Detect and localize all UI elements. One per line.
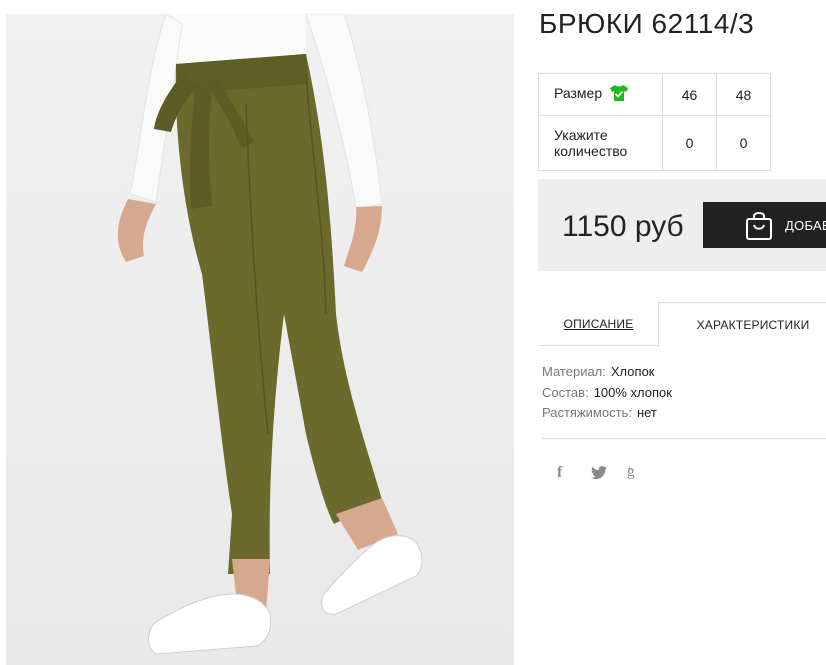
product-tabs: ОПИСАНИЕ ХАРАКТЕРИСТИКИ [538, 302, 826, 346]
product-photo-illustration [117, 14, 423, 655]
spec-key: Состав: [542, 384, 589, 400]
spec-value: 100% хлопок [593, 384, 672, 400]
spec-value: нет [636, 405, 657, 420]
product-photo[interactable] [6, 14, 514, 665]
size-option-46[interactable]: 46 [662, 73, 717, 116]
twitter-icon[interactable] [591, 466, 607, 484]
spec-row: Материал: Хлопок [542, 364, 672, 385]
size-label-cell: Размер [538, 73, 663, 116]
google-plus-icon[interactable]: g + [627, 464, 635, 483]
size-option-48[interactable]: 48 [716, 73, 771, 116]
spec-key: Растяжимость: [542, 405, 632, 420]
quantity-row: Укажите количество 0 0 [538, 115, 771, 171]
add-to-cart-button[interactable]: ДОБАВ [703, 202, 826, 248]
spec-row: Состав: 100% хлопок [542, 385, 672, 406]
google-plus-letter: g [627, 464, 635, 480]
spec-key: Материал: [542, 364, 606, 379]
shopping-bag-icon [745, 210, 773, 245]
facebook-icon[interactable]: f [557, 464, 562, 482]
price: 1150 руб [562, 210, 684, 243]
tab-characteristics[interactable]: ХАРАКТЕРИСТИКИ [658, 302, 826, 346]
quantity-input-46[interactable]: 0 [662, 115, 717, 171]
product-title: БРЮКИ 62114/3 [539, 8, 755, 39]
add-to-cart-label: ДОБАВ [785, 218, 826, 233]
spec-list: Материал: Хлопок Состав: 100% хлопок Растя… [542, 364, 672, 426]
quantity-input-48[interactable]: 0 [716, 115, 771, 171]
buy-box: 1150 руб ДОБАВ [538, 179, 826, 271]
tshirt-check-icon[interactable] [610, 85, 629, 104]
tab-description[interactable]: ОПИСАНИЕ [538, 302, 659, 346]
size-table: Размер 46 48 Укажите количество 0 0 [538, 73, 771, 171]
quantity-label-line2: количество [554, 143, 628, 159]
quantity-label-cell: Укажите количество [538, 115, 663, 171]
spec-row: Растяжимость: нет [542, 405, 672, 426]
section-divider [541, 438, 826, 439]
size-label: Размер [554, 85, 603, 101]
quantity-label-line1: Укажите [554, 127, 608, 143]
spec-value: Хлопок [610, 364, 655, 379]
size-row: Размер 46 48 [538, 73, 771, 116]
